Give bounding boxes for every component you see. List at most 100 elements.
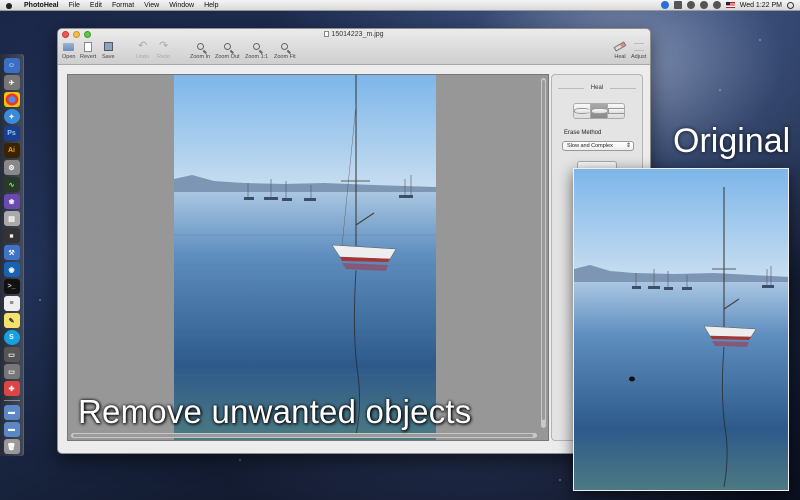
- documents-folder-icon[interactable]: ▬: [3, 422, 20, 437]
- photoheal-window: 15014223_m.jpg Open Revert Save ↶ Undo ↷…: [57, 28, 651, 454]
- save-button[interactable]: Save: [102, 41, 115, 60]
- zoom-1-1-button[interactable]: Zoom 1:1: [245, 41, 268, 60]
- menu-bar: PhotoHeal File Edit Format View Window H…: [0, 0, 800, 11]
- menu-view[interactable]: View: [139, 2, 164, 9]
- wifi-icon[interactable]: [699, 1, 708, 9]
- finder-icon[interactable]: ☺: [3, 58, 20, 73]
- bluetooth-icon[interactable]: [686, 1, 695, 9]
- window-toolbar: 15014223_m.jpg Open Revert Save ↶ Undo ↷…: [58, 29, 650, 65]
- original-photo: [573, 168, 789, 491]
- zoom-out-label: Zoom Out: [215, 54, 240, 60]
- status-area: Wed 1:22 PM: [660, 1, 800, 9]
- rectangle-icon: [608, 108, 624, 114]
- skype-icon[interactable]: S: [3, 330, 20, 345]
- lasso-icon: [574, 108, 590, 114]
- zoom-in-label: Zoom In: [190, 54, 211, 60]
- applications-folder-icon[interactable]: ▬: [3, 405, 20, 420]
- zoom-out-button[interactable]: Zoom Out: [215, 41, 239, 60]
- safari-icon[interactable]: ✦: [3, 109, 20, 124]
- illustrator-icon[interactable]: Ai: [3, 143, 20, 158]
- zoom-fit-button[interactable]: Zoom Fit: [274, 41, 296, 60]
- undo-label: Undo: [136, 54, 150, 60]
- sliders-icon: [633, 42, 644, 51]
- app-icon-gray[interactable]: ▭: [3, 347, 20, 362]
- selection-tool-segmented-control: [573, 103, 625, 119]
- menubar-clock[interactable]: Wed 1:22 PM: [740, 2, 782, 9]
- zoom-out-icon: [223, 43, 231, 50]
- lasso-tool-button[interactable]: [574, 104, 591, 118]
- menu-window[interactable]: Window: [164, 2, 199, 9]
- spotlight-search-icon[interactable]: [787, 1, 794, 9]
- zoom-actual-icon: [253, 43, 261, 50]
- terminal-icon[interactable]: >_: [3, 279, 20, 294]
- open-button[interactable]: Open: [62, 41, 75, 60]
- chrome-icon[interactable]: [3, 92, 20, 107]
- photoheal-dock-icon[interactable]: ✚: [3, 381, 20, 396]
- sync-icon[interactable]: [660, 1, 669, 9]
- open-label: Open: [62, 54, 76, 60]
- horizontal-scrollbar[interactable]: [71, 433, 537, 438]
- heal-tool-label: Heal: [614, 54, 626, 60]
- textedit-icon[interactable]: ≡: [3, 296, 20, 311]
- volume-icon[interactable]: [712, 1, 721, 9]
- window-title: 15014223_m.jpg: [58, 31, 650, 38]
- revert-label: Revert: [80, 54, 97, 60]
- input-source-flag-icon[interactable]: [725, 2, 735, 8]
- adjust-button[interactable]: Adjust: [631, 41, 646, 60]
- time-machine-icon[interactable]: [673, 1, 682, 9]
- erase-method-select[interactable]: Slow and Complex: [562, 141, 634, 151]
- save-icon: [103, 42, 113, 51]
- original-label: Original: [673, 122, 791, 160]
- menu-file[interactable]: File: [64, 2, 85, 9]
- erase-method-label: Erase Method: [564, 130, 602, 136]
- dock: ☺ ✈ ✦ Ps Ai ⚙ ∿ ❀ ▤ ▦ ⚒ ◉ >_ ≡ ✎ S ▭ ▭ ✚…: [0, 54, 24, 456]
- zoom-in-icon: [196, 43, 204, 50]
- save-label: Save: [102, 54, 115, 60]
- activity-monitor-icon[interactable]: ∿: [3, 177, 20, 192]
- heal-panel-title: Heal: [552, 75, 642, 91]
- ellipse-tool-button[interactable]: [591, 104, 608, 118]
- document-icon: [324, 31, 330, 37]
- heal-tool-button[interactable]: Heal: [613, 41, 627, 60]
- original-lake-image: [574, 169, 788, 490]
- apple-menu-icon[interactable]: [5, 1, 13, 10]
- dock-separator: [3, 400, 20, 401]
- menu-edit[interactable]: Edit: [85, 2, 107, 9]
- printer-icon[interactable]: ▤: [3, 211, 20, 226]
- menu-format[interactable]: Format: [107, 2, 139, 9]
- camera-icon[interactable]: ◉: [3, 262, 20, 277]
- app-icon-purple[interactable]: ❀: [3, 194, 20, 209]
- lake-sailboat-image: [174, 75, 436, 440]
- system-preferences-icon[interactable]: ⚙: [3, 160, 20, 175]
- document-name: 15014223_m.jpg: [331, 31, 384, 38]
- xcode-icon[interactable]: ⚒: [3, 245, 20, 260]
- document-revert-icon: [84, 41, 93, 52]
- zoom-fit-label: Zoom Fit: [274, 54, 296, 60]
- undo-button[interactable]: ↶ Undo: [136, 40, 150, 61]
- redo-label: Redo: [157, 54, 171, 60]
- edited-photo[interactable]: [174, 75, 436, 440]
- launchpad-icon[interactable]: ✈: [3, 75, 20, 90]
- adjust-label: Adjust: [631, 54, 647, 60]
- vertical-scrollbar[interactable]: [541, 78, 546, 428]
- zoom-in-button[interactable]: Zoom In: [190, 41, 210, 60]
- redo-button[interactable]: ↷ Redo: [157, 40, 171, 61]
- image-canvas[interactable]: [67, 74, 549, 441]
- menu-help[interactable]: Help: [199, 2, 223, 9]
- notes-icon[interactable]: ✎: [3, 313, 20, 328]
- eraser-icon: [613, 41, 627, 52]
- photoshop-icon[interactable]: Ps: [3, 126, 20, 141]
- rectangle-tool-button[interactable]: [608, 104, 624, 118]
- promo-caption: Remove unwanted objects: [78, 393, 472, 430]
- revert-button[interactable]: Revert: [80, 41, 96, 60]
- app-icon-gray-2[interactable]: ▭: [3, 364, 20, 379]
- zoom-1-1-label: Zoom 1:1: [245, 54, 269, 60]
- ellipse-icon: [591, 108, 607, 114]
- menu-app-name[interactable]: PhotoHeal: [19, 2, 64, 9]
- folder-icon: [63, 42, 75, 51]
- trash-icon[interactable]: 🗑: [3, 439, 20, 454]
- undo-arrow-icon: ↶: [137, 40, 148, 52]
- calendar-icon[interactable]: ▦: [3, 228, 20, 243]
- redo-arrow-icon: ↷: [158, 40, 169, 52]
- zoom-fit-icon: [281, 43, 289, 50]
